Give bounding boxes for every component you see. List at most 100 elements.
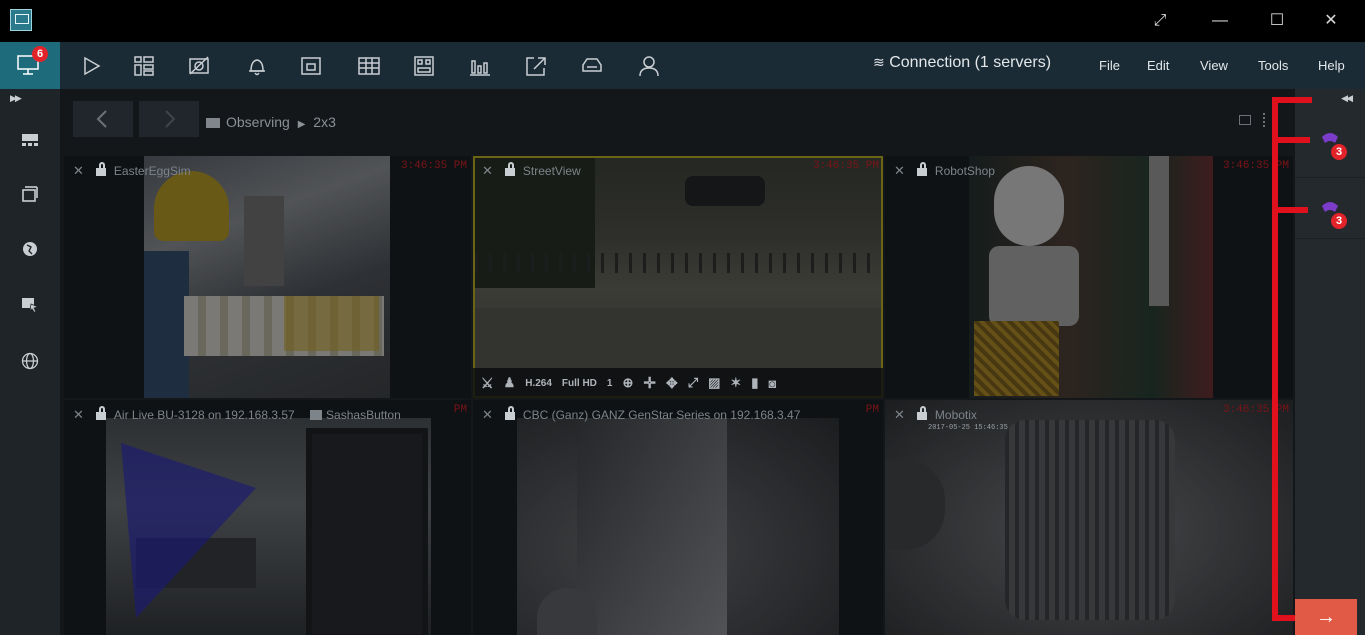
- archive-icon[interactable]: [297, 52, 325, 80]
- unlock-icon[interactable]: [916, 162, 927, 176]
- cameras-icon[interactable]: [20, 184, 40, 204]
- restore-icon[interactable]: ⤢: [1145, 10, 1175, 32]
- main-view: Observing ▶ 2x3 ✕ EasterEggSim 3:46:35 PM: [60, 89, 1295, 635]
- main-toolbar: 6 ≋ Connection (1 servers) File Edit Vie…: [0, 42, 1365, 89]
- tile-title: Mobotix: [934, 408, 977, 422]
- custom-button-label: SashasButton: [326, 408, 401, 422]
- expand-icon[interactable]: ▶▶: [10, 93, 22, 104]
- layouts-icon[interactable]: [20, 129, 40, 149]
- close-icon[interactable]: ✕: [73, 407, 84, 422]
- vehicle-icon[interactable]: [578, 52, 606, 80]
- tile-title: CBC (Ganz) GANZ GenStar Series on 192.16…: [522, 408, 801, 422]
- menu-help[interactable]: Help: [1318, 58, 1345, 73]
- close-icon[interactable]: ✕: [894, 163, 905, 178]
- person-icon[interactable]: ♟: [504, 375, 516, 391]
- web-icon[interactable]: [20, 351, 40, 371]
- ptz-control-bar: ⚔ ♟ H.264 Full HD 1 ⊕ ✛ ✥ ⤢ ▨ ✶ ▮ ◙: [473, 368, 883, 398]
- menu-view[interactable]: View: [1200, 58, 1228, 73]
- bell-icon[interactable]: [243, 52, 271, 80]
- breadcrumb-layout[interactable]: 2x3: [313, 114, 336, 130]
- move-icon[interactable]: ✛: [643, 374, 656, 392]
- tile-header: ✕ CBC (Ganz) GANZ GenStar Series on 192.1…: [473, 400, 883, 430]
- snapshot-icon[interactable]: ◙: [768, 376, 776, 391]
- tile-title: EasterEggSim: [113, 164, 191, 178]
- face-icon[interactable]: [635, 52, 663, 80]
- bookmark-icon[interactable]: ▮: [751, 375, 758, 391]
- edit-icon[interactable]: ▨: [708, 375, 720, 391]
- breadcrumb-separator: ▶: [297, 119, 306, 130]
- connection-label: Connection (1 servers): [889, 54, 1052, 71]
- tile-timestamp: PM: [453, 404, 467, 416]
- video-feed: [106, 418, 431, 635]
- events-icon[interactable]: [20, 294, 40, 314]
- maximize-icon[interactable]: ☐: [1262, 10, 1292, 32]
- ptz-icon[interactable]: ✥: [666, 375, 678, 392]
- chevron-right-icon: [165, 110, 176, 128]
- video-feed: [969, 156, 1213, 398]
- unlock-icon[interactable]: [95, 406, 106, 420]
- unlock-icon[interactable]: [916, 406, 927, 420]
- breadcrumb-section[interactable]: Observing: [226, 114, 290, 130]
- app-logo-icon: [10, 9, 32, 31]
- forward-button[interactable]: [139, 101, 199, 137]
- video-tile-cbc-ganz[interactable]: ✕ CBC (Ganz) GANZ GenStar Series on 192.1…: [473, 400, 883, 635]
- video-tile-airlive[interactable]: ✕ Air Live BU-3128 on 192.168.3.57 Sashas…: [64, 400, 471, 635]
- close-icon[interactable]: ✕: [482, 163, 493, 178]
- monitor-button[interactable]: 6: [0, 42, 60, 89]
- unlock-icon[interactable]: [504, 406, 515, 420]
- zoom-icon[interactable]: ⤢: [688, 375, 698, 391]
- tile-timestamp: 3:46:35 PM: [400, 160, 467, 172]
- back-button[interactable]: [73, 101, 133, 137]
- tile-title: Air Live BU-3128 on 192.168.3.57: [113, 408, 295, 422]
- menu-tools[interactable]: Tools: [1258, 58, 1288, 73]
- speed-dial-icon[interactable]: ⊕: [622, 375, 633, 391]
- alarm-icon[interactable]: ✶: [730, 375, 741, 391]
- grid-icon[interactable]: [355, 52, 383, 80]
- custom-button[interactable]: SashasButton: [310, 408, 401, 422]
- menu-file[interactable]: File: [1099, 58, 1120, 73]
- close-icon[interactable]: ✕: [73, 163, 84, 178]
- video-tile-streetview[interactable]: ✕ StreetView 3:46:35 PM ⚔ ♟ H.264 Full HD…: [473, 156, 883, 398]
- breadcrumb: Observing ▶ 2x3: [206, 114, 336, 130]
- left-sidebar: ▶▶: [0, 89, 60, 635]
- analytics-icon[interactable]: ⚔: [481, 375, 494, 392]
- resolution-label: Full HD: [561, 377, 597, 389]
- export-icon[interactable]: [522, 52, 550, 80]
- layout-options-icon[interactable]: [1239, 115, 1251, 125]
- tile-header: ✕ Air Live BU-3128 on 192.168.3.57 Sashas…: [64, 400, 471, 430]
- alarm-count: 3: [1331, 213, 1347, 229]
- alarm-item[interactable]: 3: [1295, 119, 1365, 178]
- camera-off-icon[interactable]: [185, 52, 213, 80]
- alarm-count: 3: [1331, 144, 1347, 160]
- layout-icon: [206, 118, 220, 128]
- menu-edit[interactable]: Edit: [1147, 58, 1169, 73]
- arrow-right-button[interactable]: →: [1295, 599, 1357, 635]
- minimize-icon[interactable]: —: [1205, 10, 1235, 32]
- button-icon: [310, 410, 323, 420]
- more-icon[interactable]: [1263, 113, 1269, 127]
- video-feed: [517, 418, 839, 635]
- video-tile-eastereggsim[interactable]: ✕ EasterEggSim 3:46:35 PM: [64, 156, 471, 398]
- unlock-icon[interactable]: [95, 162, 106, 176]
- play-icon[interactable]: [78, 52, 106, 80]
- connection-button[interactable]: ≋ Connection (1 servers): [873, 54, 1051, 72]
- tile-timestamp: 3:46:35 PM: [1222, 160, 1289, 172]
- multiview-icon[interactable]: [410, 52, 438, 80]
- layout-icon[interactable]: [130, 52, 158, 80]
- video-feed: [144, 156, 390, 398]
- map-icon[interactable]: [20, 239, 40, 259]
- monitor-badge: 6: [32, 46, 48, 62]
- video-tile-robotshop[interactable]: ✕ RobotShop 3:46:35 PM: [885, 156, 1293, 398]
- chevron-left-icon: [96, 110, 107, 128]
- unlock-icon[interactable]: [504, 162, 515, 176]
- tile-timestamp: 3:46:35 PM: [812, 160, 879, 172]
- video-tile-mobotix[interactable]: 2017-05-25 15:46:35 ✕ Mobotix 3:46:35 PM: [885, 400, 1293, 635]
- chart-icon[interactable]: [466, 52, 494, 80]
- close-icon[interactable]: ✕: [894, 407, 905, 422]
- video-feed: [475, 158, 881, 396]
- stack-icon: ≋: [873, 54, 885, 70]
- tile-title: StreetView: [522, 164, 581, 178]
- close-icon[interactable]: ✕: [482, 407, 493, 422]
- close-icon[interactable]: ✕: [1316, 10, 1346, 32]
- collapse-icon[interactable]: ◀◀: [1341, 93, 1353, 104]
